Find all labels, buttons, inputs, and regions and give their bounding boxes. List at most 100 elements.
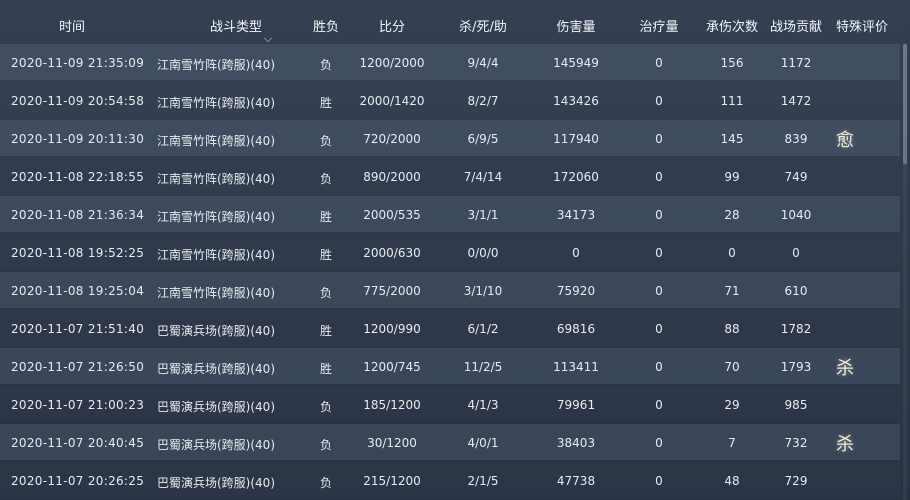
cell-time: 2020-11-09 20:54:58 <box>11 94 145 108</box>
cell-healing: 0 <box>655 436 663 450</box>
scrollbar-thumb[interactable] <box>903 44 907 164</box>
cell-type: 巴蜀演兵场(跨服)(40) <box>157 476 275 490</box>
cell-time: 2020-11-09 20:11:30 <box>11 132 145 146</box>
cell-type: 江南雪竹阵(跨服)(40) <box>157 58 275 72</box>
cell-result: 负 <box>319 58 333 72</box>
header-type: 战斗类型 <box>209 20 263 35</box>
cell-time: 2020-11-08 19:52:25 <box>11 246 145 260</box>
cell-contribution: 732 <box>784 436 808 450</box>
cell-contribution: 839 <box>784 132 808 146</box>
cell-contribution: 1782 <box>780 322 812 336</box>
table-row[interactable]: 2020-11-07 21:51:40 巴蜀演兵场(跨服)(40) 胜 1200/99… <box>0 310 900 346</box>
cell-score: 1200/2000 <box>359 56 425 70</box>
cell-result: 胜 <box>319 324 333 338</box>
cell-type: 巴蜀演兵场(跨服)(40) <box>157 324 275 338</box>
cell-damage: 79961 <box>556 398 596 412</box>
cell-healing: 0 <box>655 474 663 488</box>
cell-type: 江南雪竹阵(跨服)(40) <box>157 286 275 300</box>
cell-healing: 0 <box>655 94 663 108</box>
header-special: 特殊评价 <box>835 20 889 35</box>
cell-result: 胜 <box>319 362 333 376</box>
cell-score: 2000/535 <box>363 208 421 222</box>
table-row[interactable]: 2020-11-09 21:35:09 江南雪竹阵(跨服)(40) 负 1200/20… <box>0 44 900 80</box>
cell-score: 890/2000 <box>363 170 421 184</box>
cell-taken: 99 <box>724 170 740 184</box>
cell-contribution: 1793 <box>780 360 812 374</box>
cell-damage: 113411 <box>553 360 599 374</box>
table-row[interactable]: 2020-11-08 22:18:55 江南雪竹阵(跨服)(40) 负 890/200… <box>0 158 900 194</box>
cell-healing: 0 <box>655 360 663 374</box>
cell-contribution: 610 <box>784 284 808 298</box>
cell-damage: 38403 <box>556 436 596 450</box>
special-badge: 愈 <box>836 130 854 151</box>
battle-record-panel: 时间 战斗类型 ⌵ 胜负 比分 杀/死/助 伤害量 治疗量 承伤次数 战场贡献 特… <box>0 0 910 500</box>
cell-type: 巴蜀演兵场(跨服)(40) <box>157 438 275 452</box>
table-row[interactable]: 2020-11-08 19:52:25 江南雪竹阵(跨服)(40) 胜 2000/63… <box>0 234 900 270</box>
cell-time: 2020-11-07 20:40:45 <box>11 436 145 450</box>
cell-type: 江南雪竹阵(跨服)(40) <box>157 134 275 148</box>
cell-taken: 145 <box>720 132 744 146</box>
cell-kda: 0/0/0 <box>467 246 499 260</box>
cell-score: 215/1200 <box>363 474 421 488</box>
cell-healing: 0 <box>655 284 663 298</box>
header-damage-taken: 承伤次数 <box>705 20 759 35</box>
cell-contribution: 729 <box>784 474 808 488</box>
table-row[interactable]: 2020-11-08 19:25:04 江南雪竹阵(跨服)(40) 负 775/200… <box>0 272 900 308</box>
cell-time: 2020-11-08 19:25:04 <box>11 284 145 298</box>
cell-result: 负 <box>319 286 333 300</box>
header-type-filter[interactable]: 战斗类型 ⌵ <box>209 16 272 45</box>
cell-damage: 0 <box>572 246 580 260</box>
cell-score: 2000/1420 <box>359 94 425 108</box>
cell-kda: 6/1/2 <box>467 322 499 336</box>
table-row[interactable]: 2020-11-08 21:36:34 江南雪竹阵(跨服)(40) 胜 2000/53… <box>0 196 900 232</box>
cell-damage: 172060 <box>553 170 599 184</box>
cell-kda: 4/1/3 <box>467 398 499 412</box>
cell-healing: 0 <box>655 132 663 146</box>
cell-taken: 28 <box>724 208 740 222</box>
cell-healing: 0 <box>655 398 663 412</box>
cell-kda: 3/1/10 <box>463 284 503 298</box>
header-result: 胜负 <box>312 20 340 35</box>
table-row[interactable]: 2020-11-07 20:40:45 巴蜀演兵场(跨服)(40) 负 30/1200… <box>0 424 900 460</box>
header-score: 比分 <box>378 20 406 35</box>
cell-damage: 34173 <box>556 208 596 222</box>
cell-result: 负 <box>319 134 333 148</box>
cell-result: 胜 <box>319 210 333 224</box>
cell-score: 775/2000 <box>363 284 421 298</box>
cell-kda: 3/1/1 <box>467 208 499 222</box>
cell-damage: 47738 <box>556 474 596 488</box>
cell-score: 2000/630 <box>363 246 421 260</box>
table-row[interactable]: 2020-11-09 20:54:58 江南雪竹阵(跨服)(40) 胜 2000/14… <box>0 82 900 118</box>
table-row[interactable]: 2020-11-07 20:26:25 巴蜀演兵场(跨服)(40) 负 215/120… <box>0 462 900 498</box>
table-row[interactable]: 2020-11-07 21:00:23 巴蜀演兵场(跨服)(40) 负 185/120… <box>0 386 900 422</box>
cell-time: 2020-11-08 22:18:55 <box>11 170 145 184</box>
cell-taken: 29 <box>724 398 740 412</box>
cell-taken: 71 <box>724 284 740 298</box>
cell-result: 负 <box>319 438 333 452</box>
cell-time: 2020-11-08 21:36:34 <box>11 208 145 222</box>
scrollbar[interactable] <box>903 44 907 500</box>
cell-taken: 156 <box>720 56 744 70</box>
cell-score: 185/1200 <box>363 398 421 412</box>
cell-kda: 4/0/1 <box>467 436 499 450</box>
special-badge: 杀 <box>836 434 854 455</box>
cell-taken: 111 <box>720 94 744 108</box>
cell-kda: 2/1/5 <box>467 474 499 488</box>
cell-time: 2020-11-07 21:26:50 <box>11 360 145 374</box>
header-healing: 治疗量 <box>639 20 679 35</box>
cell-result: 胜 <box>319 96 333 110</box>
cell-kda: 6/9/5 <box>467 132 499 146</box>
header-kda: 杀/死/助 <box>459 20 507 35</box>
header-time: 时间 <box>58 20 86 35</box>
cell-kda: 7/4/14 <box>463 170 503 184</box>
cell-type: 江南雪竹阵(跨服)(40) <box>157 248 275 262</box>
cell-result: 负 <box>319 172 333 186</box>
cell-taken: 88 <box>724 322 740 336</box>
cell-healing: 0 <box>655 322 663 336</box>
table-row[interactable]: 2020-11-09 20:11:30 江南雪竹阵(跨服)(40) 负 720/200… <box>0 120 900 156</box>
cell-kda: 8/2/7 <box>467 94 499 108</box>
cell-contribution: 1040 <box>780 208 812 222</box>
table-row[interactable]: 2020-11-07 21:26:50 巴蜀演兵场(跨服)(40) 胜 1200/74… <box>0 348 900 384</box>
cell-taken: 70 <box>724 360 740 374</box>
cell-type: 江南雪竹阵(跨服)(40) <box>157 172 275 186</box>
